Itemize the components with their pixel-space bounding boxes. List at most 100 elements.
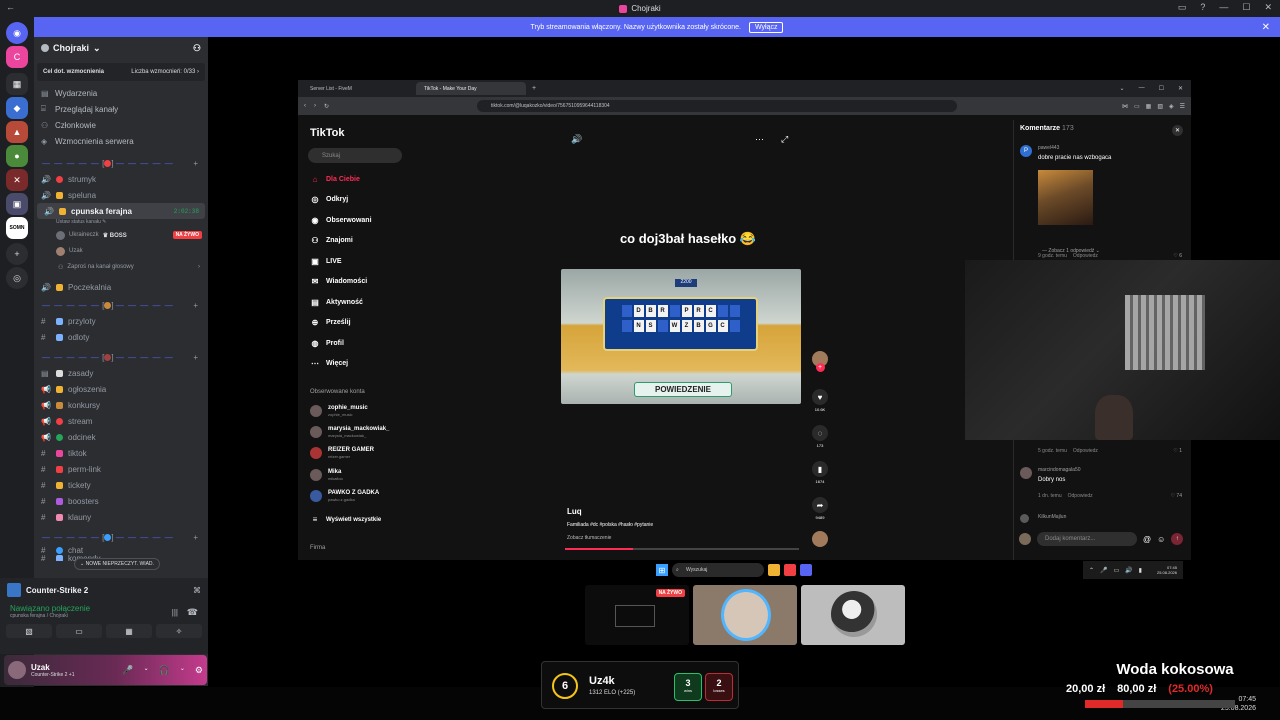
add-server-icon[interactable]: + [6, 243, 28, 265]
add-channel-icon[interactable]: + [193, 159, 198, 168]
add-channel-icon[interactable]: + [193, 301, 198, 310]
new-unread-button[interactable]: ⌄ NOWE NIEPRZECZYT. WIAD. [74, 558, 160, 570]
close-button[interactable]: ✕ [1264, 2, 1272, 13]
discord-home-icon[interactable]: ◉ [6, 22, 28, 44]
see-translation-link[interactable]: Zobacz tłumaczenie [567, 535, 611, 541]
server-icon-chojraki[interactable]: C [6, 46, 28, 68]
emoji-icon[interactable]: ☺ [1157, 535, 1165, 544]
taskbar-search[interactable]: ⌕ Wyszukaj [672, 563, 764, 577]
voice-user[interactable]: Ukraineczk ♛ BOSS NA ŻYWO [34, 227, 208, 243]
nav-more[interactable]: ⋯ Więcej [310, 359, 348, 368]
comment-likes[interactable]: ♡ 6 [1173, 253, 1182, 259]
extension-icon[interactable]: ▭ [1134, 103, 1140, 110]
avatar[interactable]: P [1020, 145, 1032, 157]
voice-channel-poczekalnia[interactable]: 🔊 Poczekalnia [34, 279, 208, 295]
reply-button[interactable]: Odpowiedz [1068, 493, 1093, 499]
headphones-icon[interactable]: 🎧 [159, 665, 170, 676]
maximize-button[interactable]: ☐ [1242, 2, 1250, 13]
tray-display-icon[interactable]: ▭ [1114, 567, 1120, 574]
tray-mic-icon[interactable]: 🎤 [1100, 567, 1107, 574]
server-folder-icon[interactable]: ● [6, 145, 28, 167]
mention-icon[interactable]: @ [1143, 535, 1151, 544]
tab-list-icon[interactable]: ⌄ [1120, 85, 1125, 92]
nav-messages[interactable]: ✉ Wiadomości [310, 277, 368, 286]
invite-to-voice[interactable]: ⚇ Zaproś na kanał głosowy › [34, 259, 208, 275]
banner-close-icon[interactable]: ✕ [1262, 22, 1270, 33]
brave-browser-icon[interactable] [784, 564, 796, 576]
server-header[interactable]: Chojraki ⌄ ⚇ [34, 37, 208, 59]
text-channel-przyloty[interactable]: # przyloty [34, 313, 208, 329]
text-channel-odloty[interactable]: # odloty [34, 329, 208, 345]
tiktok-video-player[interactable]: 2200 D B R P R C N S W Z B G C POWIEDZEN… [561, 269, 801, 404]
microphone-icon[interactable]: 🎤 [122, 665, 133, 676]
fullscreen-icon[interactable]: ⤢ [781, 134, 788, 145]
extension-icon[interactable]: ◈ [1169, 103, 1174, 110]
text-channel-chat[interactable]: # chat [34, 545, 208, 555]
connection-channel[interactable]: cpunska ferajna / Chojraki [10, 613, 198, 619]
activities-button[interactable]: ▦ [106, 624, 152, 638]
disable-streamer-mode-button[interactable]: Wyłącz [748, 21, 784, 33]
address-bar[interactable]: tiktok.com/@luqakozko/video/756751095964… [477, 100, 958, 112]
connection-status[interactable]: Nawiązano połączenie [10, 604, 198, 613]
menu-browse-channels[interactable]: ⌸ Przeglądaj kanały [34, 101, 208, 117]
nav-explore[interactable]: ◎ Odkryj [310, 195, 349, 204]
save-action[interactable]: ▮ 1674 [809, 461, 831, 484]
chevron-down-icon[interactable]: ⌄ [180, 665, 185, 676]
text-channel-ogloszenia[interactable]: 📢 ogłoszenia [34, 381, 208, 397]
share-action[interactable]: ➦ 9489 [809, 497, 831, 520]
tray-volume-icon[interactable]: 🔊 [1125, 567, 1132, 574]
comment-input[interactable]: Dodaj komentarz... [1037, 532, 1137, 546]
comment-likes[interactable]: ♡ 1 [1173, 448, 1182, 454]
follow-plus-icon[interactable]: + [815, 363, 825, 372]
volume-icon[interactable]: 🔊 [571, 134, 582, 145]
menu-events[interactable]: ▤ Wydarzenia [34, 85, 208, 101]
voice-channel-strumyk[interactable]: 🔊 strumyk [34, 171, 208, 187]
footer-company-link[interactable]: Firma [310, 545, 325, 551]
menu-server-boosts[interactable]: ◈ Wzmocnienia serwera [34, 133, 208, 149]
video-author[interactable]: Luq [567, 507, 582, 516]
followed-account[interactable]: REIZER GAMER reizer.gamer [310, 447, 374, 459]
video-progress-bar[interactable] [565, 548, 799, 550]
extension-icon[interactable]: ▧ [1157, 103, 1163, 110]
close-button[interactable]: ✕ [1178, 85, 1183, 92]
text-channel-zasady[interactable]: ▤ zasady [34, 365, 208, 381]
category-header[interactable]: — — — — — [] — — — — — + [34, 297, 208, 313]
game-overlay-icon[interactable]: ⌘ [193, 586, 201, 595]
server-folder-icon[interactable]: ▲ [6, 121, 28, 143]
user-info[interactable]: Uzak Counter-Strike 2 +1 [31, 663, 75, 678]
tiktok-logo[interactable]: TikTok [310, 127, 344, 139]
voice-user[interactable]: Uzak [34, 243, 208, 259]
discord-app-icon[interactable] [800, 564, 812, 576]
forward-icon[interactable]: › [314, 103, 316, 109]
minimize-button[interactable]: — [1219, 2, 1228, 13]
server-icon-somn[interactable]: SOMN [6, 217, 28, 239]
followed-account[interactable]: zophie_music zophie_music [310, 405, 368, 417]
text-channel-konkursy[interactable]: 📢 konkursy [34, 397, 208, 413]
participant-tile[interactable] [801, 585, 905, 645]
nav-upload[interactable]: ⊕ Prześlij [310, 318, 351, 327]
reload-icon[interactable]: ↻ [324, 103, 329, 110]
invite-people-icon[interactable]: ⚇ [193, 43, 201, 54]
followed-account[interactable]: Mika mikaltoo [310, 469, 343, 481]
disconnect-icon[interactable]: ☎ [187, 607, 198, 618]
avatar[interactable] [1020, 467, 1032, 479]
text-channel-tickety[interactable]: # tickety [34, 477, 208, 493]
settings-gear-icon[interactable]: ⚙ [195, 665, 203, 676]
nav-friends[interactable]: ⚇ Znajomi [310, 236, 352, 245]
windows-start-icon[interactable]: ⊞ [656, 564, 668, 576]
help-icon[interactable]: ? [1200, 2, 1205, 13]
soundboard-button[interactable]: ✧ [156, 624, 202, 638]
nav-activity[interactable]: ▤ Aktywność [310, 298, 363, 307]
browser-tab-fivem[interactable]: Server List - FiveM [302, 82, 412, 95]
extension-icon[interactable]: ⋈ [1122, 103, 1128, 110]
avatar[interactable] [1020, 514, 1029, 523]
nav-for-you[interactable]: ⌂ Dla Ciebie [310, 175, 360, 184]
maximize-button[interactable]: ☐ [1159, 85, 1164, 92]
voice-channel-cpunska-ferajna[interactable]: 🔊 cpunska ferajna 2:02:38 [37, 203, 205, 219]
file-explorer-icon[interactable] [768, 564, 780, 576]
comment-author[interactable]: KilkunMajlun [1038, 514, 1066, 520]
channel-status[interactable]: Ustaw status kanału ✎ [34, 219, 208, 227]
text-channel-stream[interactable]: 📢 stream [34, 413, 208, 429]
tiktok-search-input[interactable]: Szukaj [308, 148, 402, 163]
server-folder-icon[interactable]: ✕ [6, 169, 28, 191]
